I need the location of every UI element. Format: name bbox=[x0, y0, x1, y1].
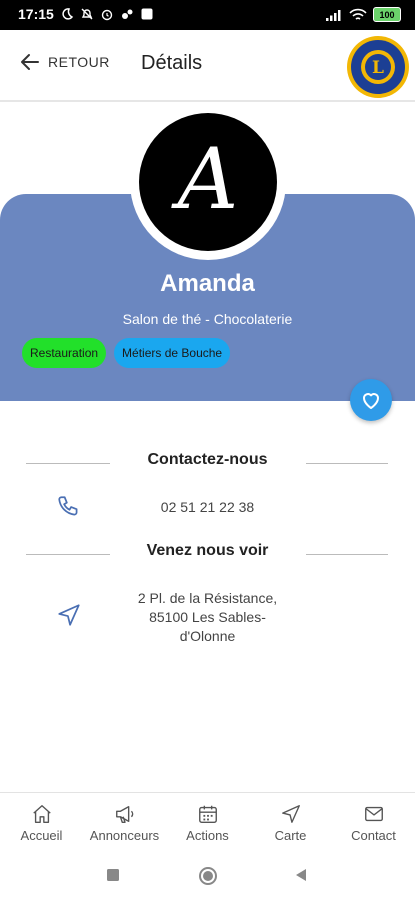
visit-section-title: Venez nous voir bbox=[146, 542, 269, 559]
nav-label: Contact bbox=[351, 828, 396, 843]
nav-label: Carte bbox=[274, 828, 307, 843]
favorite-button[interactable] bbox=[350, 379, 392, 421]
signal-icon bbox=[326, 9, 341, 21]
navigation-icon bbox=[281, 805, 300, 823]
calendar-icon bbox=[198, 805, 217, 823]
home-button[interactable] bbox=[198, 866, 218, 886]
megaphone-icon bbox=[115, 805, 133, 823]
nav-item-contact[interactable]: Contact bbox=[332, 793, 415, 851]
lions-club-logo: L bbox=[347, 36, 409, 98]
back-label: RETOUR bbox=[48, 54, 110, 70]
page-title: Détails bbox=[141, 52, 203, 74]
tag-metiers-de-bouche[interactable]: Métiers de Bouche bbox=[114, 338, 231, 368]
avatar: A bbox=[130, 104, 286, 260]
alarm-icon bbox=[101, 9, 113, 21]
bottom-navigation: Accueil Annonceurs Actions Carte Contact bbox=[0, 792, 415, 852]
contact-section-title: Contactez-nous bbox=[147, 451, 268, 468]
nav-item-annonceurs[interactable]: Annonceurs bbox=[83, 793, 166, 851]
address[interactable]: 2 Pl. de la Résistance, 85100 Les Sables… bbox=[0, 589, 415, 646]
nav-label: Accueil bbox=[20, 828, 63, 843]
home-icon bbox=[32, 805, 51, 823]
battery-icon: 100 bbox=[373, 7, 401, 22]
category-tags: Restauration Métiers de Bouche bbox=[22, 338, 231, 368]
phone-number[interactable]: 02 51 21 22 38 bbox=[0, 498, 415, 517]
business-name: Amanda bbox=[160, 270, 255, 297]
app-square-icon bbox=[141, 8, 153, 20]
mail-icon bbox=[364, 806, 383, 822]
heart-icon bbox=[363, 393, 379, 409]
back-button[interactable]: RETOUR bbox=[20, 52, 110, 72]
tag-restauration[interactable]: Restauration bbox=[22, 338, 107, 368]
status-system-icons: 100 bbox=[325, 7, 401, 22]
arrow-left-icon bbox=[21, 54, 39, 70]
system-navigation-bar bbox=[0, 850, 415, 900]
wifi-icon bbox=[349, 8, 367, 20]
moon-icon bbox=[62, 8, 74, 20]
address-line: 2 Pl. de la Résistance, bbox=[137, 590, 278, 606]
nav-label: Actions bbox=[186, 828, 229, 843]
nav-item-carte[interactable]: Carte bbox=[249, 793, 332, 851]
battery-level: 100 bbox=[379, 9, 395, 20]
back-system-button[interactable] bbox=[294, 868, 308, 882]
recents-button[interactable] bbox=[106, 868, 120, 882]
nav-item-actions[interactable]: Actions bbox=[166, 793, 249, 851]
status-bar: 17:15 100 bbox=[0, 0, 415, 30]
nav-label: Annonceurs bbox=[89, 828, 160, 843]
muted-bell-icon bbox=[81, 8, 93, 20]
nav-item-accueil[interactable]: Accueil bbox=[0, 793, 83, 851]
status-notification-icons bbox=[60, 7, 154, 21]
app-header: RETOUR Détails L bbox=[0, 30, 415, 102]
address-line: 85100 Les Sables- bbox=[149, 609, 266, 625]
svg-text:L: L bbox=[372, 58, 384, 78]
business-category: Salon de thé - Chocolaterie bbox=[122, 311, 293, 327]
status-time: 17:15 bbox=[18, 6, 54, 22]
app-notification-icon bbox=[122, 9, 133, 19]
avatar-image: A bbox=[139, 113, 277, 251]
address-line: d'Olonne bbox=[179, 628, 236, 644]
avatar-letter: A bbox=[177, 130, 239, 228]
